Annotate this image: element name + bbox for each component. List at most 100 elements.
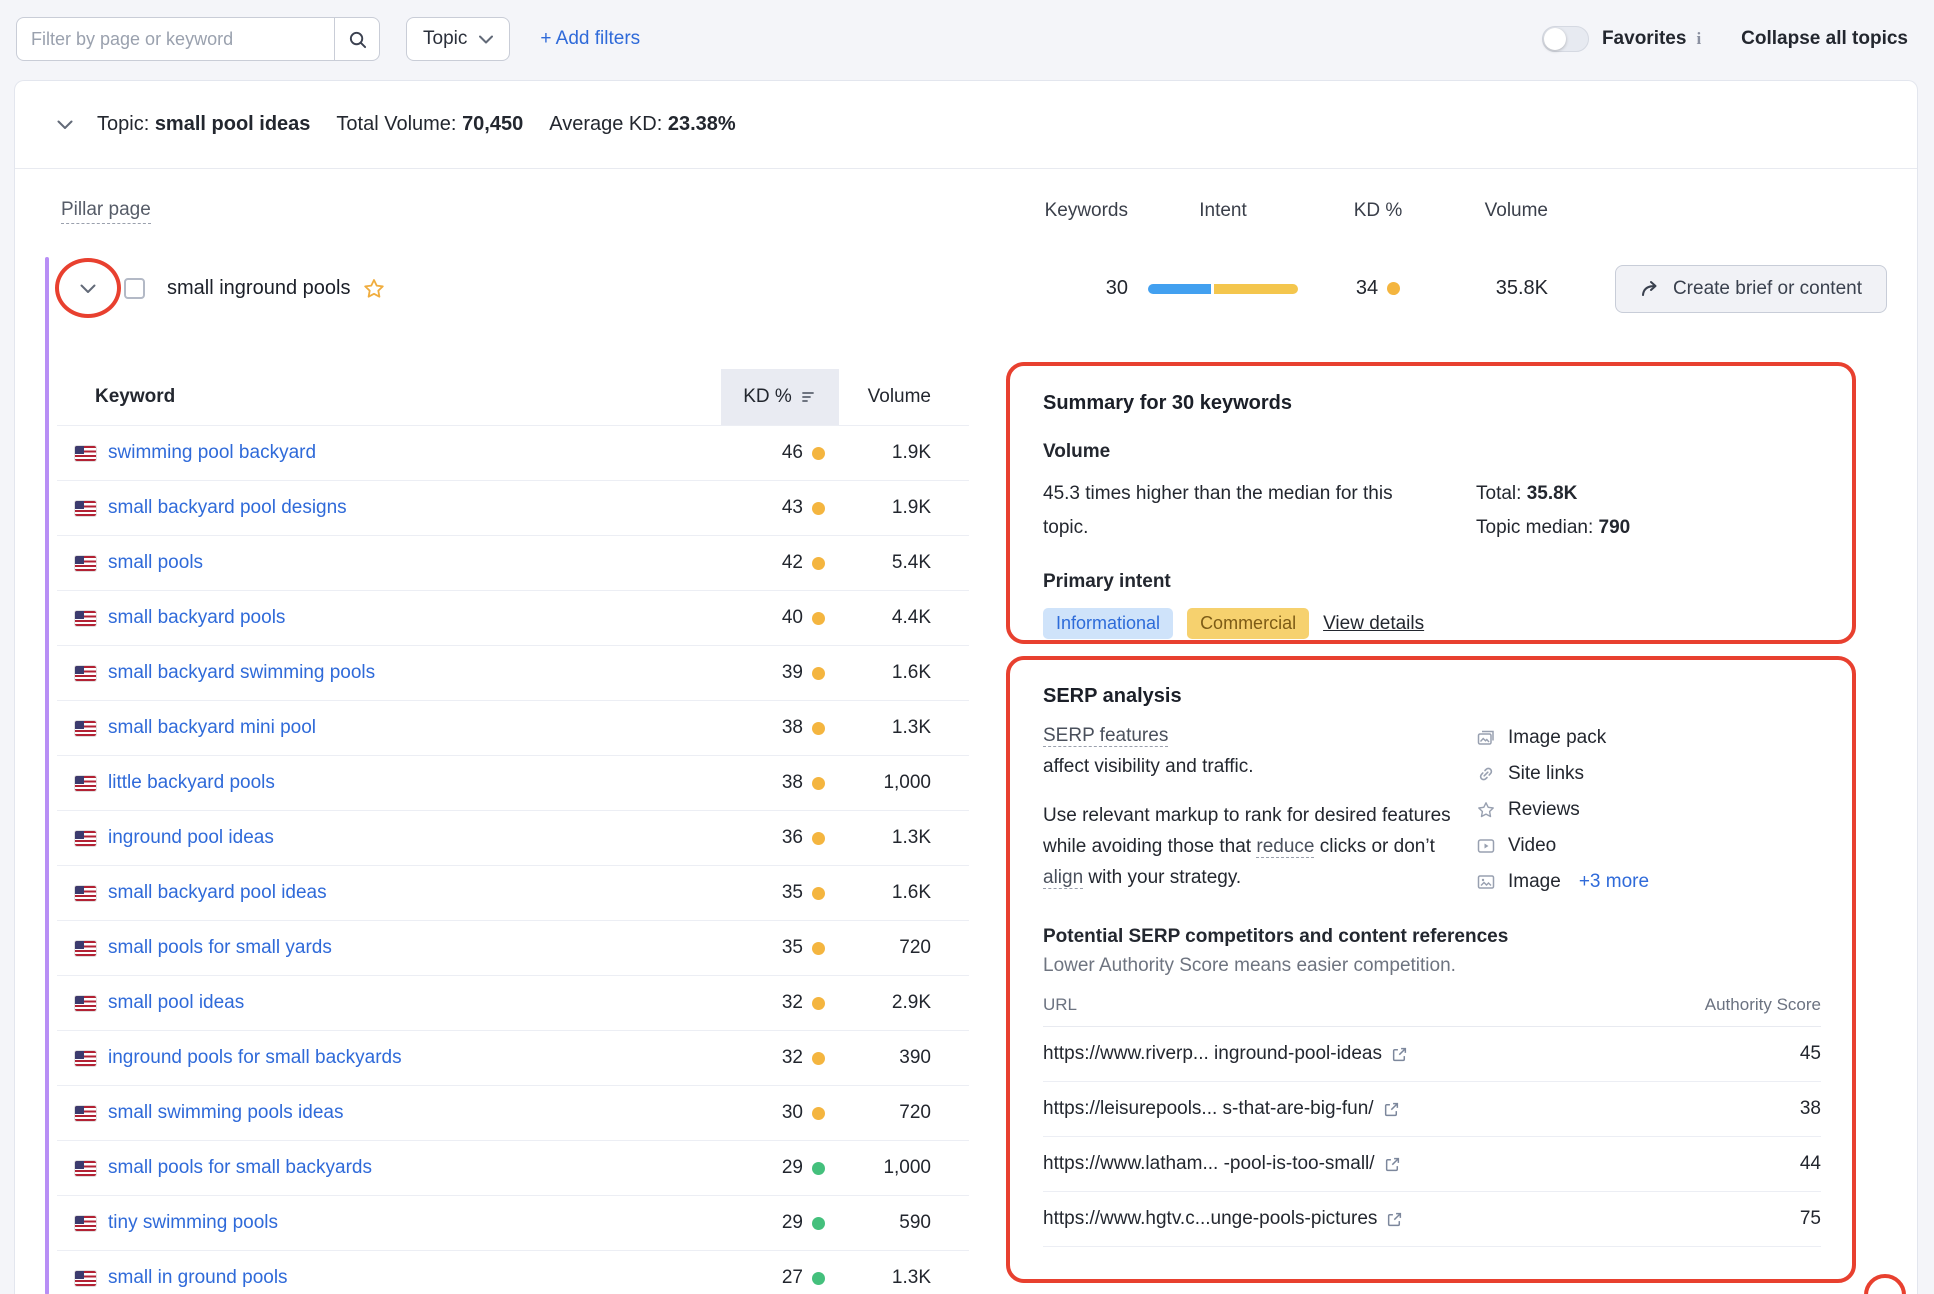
authority-score-value: 38	[1691, 1098, 1821, 1120]
intent-informational-segment	[1148, 284, 1211, 294]
search-button[interactable]	[334, 17, 380, 61]
keyword-link[interactable]: inground pools for small backyards	[108, 1047, 721, 1069]
video-icon	[1476, 836, 1496, 856]
keyword-volume-cell: 1.6K	[839, 882, 969, 904]
serp-features-term[interactable]: SERP features	[1043, 725, 1168, 747]
keyword-link[interactable]: small pools	[108, 552, 721, 574]
site-links-icon	[1476, 764, 1496, 784]
keyword-link[interactable]: small swimming pools ideas	[108, 1102, 721, 1124]
keyword-kd-cell: 32	[721, 1047, 839, 1069]
keyword-header: Keyword	[57, 386, 721, 408]
keyword-link[interactable]: small pool ideas	[108, 992, 721, 1014]
create-brief-arrow-icon	[1640, 279, 1661, 298]
table-row: inground pools for small backyards 32 39…	[57, 1030, 969, 1085]
topic-title: Topic: small pool ideas	[97, 113, 310, 136]
keyword-kd-cell: 46	[721, 442, 839, 464]
kd-dot	[812, 447, 825, 460]
keyword-link[interactable]: small backyard pool designs	[108, 497, 721, 519]
pillar-page-header[interactable]: Pillar page	[61, 199, 151, 224]
more-features-link[interactable]: +3 more	[1579, 871, 1649, 893]
competitor-url[interactable]: https://www.riverp... inground-pool-idea…	[1043, 1043, 1382, 1065]
topic-dropdown[interactable]: Topic	[406, 17, 510, 61]
kd-dot	[812, 722, 825, 735]
serp-affect-text: affect visibility and traffic.	[1043, 751, 1468, 782]
create-brief-button[interactable]: Create brief or content	[1615, 265, 1887, 313]
competitors-subtitle: Lower Authority Score means easier compe…	[1043, 955, 1821, 977]
us-flag-icon	[75, 1106, 96, 1121]
table-row: small pools for small yards 35 720	[57, 920, 969, 975]
keyword-volume-cell: 1.3K	[839, 717, 969, 739]
keyword-link[interactable]: small in ground pools	[108, 1267, 721, 1289]
collapse-all-topics-button[interactable]: Collapse all topics	[1741, 28, 1908, 50]
external-link-icon[interactable]	[1386, 1211, 1403, 1228]
image-icon	[1476, 872, 1496, 892]
us-flag-icon	[75, 886, 96, 901]
topic-header: Topic: small pool ideas Total Volume: 70…	[15, 81, 1917, 169]
competitor-url[interactable]: https://leisurepools... s-that-are-big-f…	[1043, 1098, 1374, 1120]
favorite-star-icon[interactable]	[362, 277, 386, 301]
keyword-volume-cell: 1.3K	[839, 1267, 969, 1289]
reduce-term[interactable]: reduce	[1256, 836, 1314, 858]
search-icon	[348, 30, 367, 49]
competitor-row: https://leisurepools... s-that-are-big-f…	[1043, 1082, 1821, 1137]
table-row: swimming pool backyard 46 1.9K	[57, 425, 969, 480]
feature-site-links: Site links	[1476, 756, 1821, 792]
us-flag-icon	[75, 831, 96, 846]
external-link-icon[interactable]	[1383, 1101, 1400, 1118]
keyword-link[interactable]: small backyard pool ideas	[108, 882, 721, 904]
pillar-expand-chevron-icon[interactable]	[80, 284, 96, 294]
keyword-link[interactable]: small backyard mini pool	[108, 717, 721, 739]
volume-section-heading: Volume	[1043, 441, 1821, 463]
keyword-link[interactable]: swimming pool backyard	[108, 442, 721, 464]
keyword-volume-cell: 2.9K	[839, 992, 969, 1014]
us-flag-icon	[75, 941, 96, 956]
kd-dot	[1387, 282, 1400, 295]
serp-features-list: Image pack Site links Reviews Video Imag…	[1468, 720, 1821, 900]
pillar-checkbox[interactable]	[124, 278, 145, 299]
authority-score-column-header: Authority Score	[1691, 995, 1821, 1015]
feature-image-pack: Image pack	[1476, 720, 1821, 756]
pillar-title[interactable]: small inground pools	[167, 277, 350, 300]
keyword-volume-cell: 1,000	[839, 772, 969, 794]
reviews-star-icon	[1476, 800, 1496, 820]
competitor-url[interactable]: https://www.hgtv.c...unge-pools-pictures	[1043, 1208, 1377, 1230]
external-link-icon[interactable]	[1384, 1156, 1401, 1173]
pillar-kd-value: 34	[1356, 277, 1378, 300]
favorites-toggle[interactable]	[1542, 26, 1589, 52]
view-details-link[interactable]: View details	[1323, 613, 1424, 635]
competitors-title: Potential SERP competitors and content r…	[1043, 926, 1821, 948]
us-flag-icon	[75, 1216, 96, 1231]
align-term[interactable]: align	[1043, 867, 1083, 889]
volume-column-header: Volume	[1438, 200, 1548, 222]
keyword-link[interactable]: little backyard pools	[108, 772, 721, 794]
keyword-link[interactable]: small pools for small yards	[108, 937, 721, 959]
kd-dot	[812, 557, 825, 570]
keyword-link[interactable]: small pools for small backyards	[108, 1157, 721, 1179]
table-row: tiny swimming pools 29 590	[57, 1195, 969, 1250]
competitor-url[interactable]: https://www.latham... -pool-is-too-small…	[1043, 1153, 1375, 1175]
keyword-kd-cell: 42	[721, 552, 839, 574]
topic-collapse-chevron-icon[interactable]	[57, 120, 73, 130]
filter-group	[16, 17, 380, 61]
keyword-link[interactable]: inground pool ideas	[108, 827, 721, 849]
kd-dot	[812, 667, 825, 680]
us-flag-icon	[75, 556, 96, 571]
keyword-rows: swimming pool backyard 46 1.9K small bac…	[57, 425, 969, 1294]
keyword-link[interactable]: small backyard pools	[108, 607, 721, 629]
table-row: small pool ideas 32 2.9K	[57, 975, 969, 1030]
competitor-row: https://www.hgtv.c...unge-pools-pictures…	[1043, 1192, 1821, 1247]
table-row: small pools for small backyards 29 1,000	[57, 1140, 969, 1195]
keyword-link[interactable]: small backyard swimming pools	[108, 662, 721, 684]
info-icon[interactable]: i	[1696, 29, 1701, 49]
keyword-volume-cell: 1.6K	[839, 662, 969, 684]
add-filters-link[interactable]: + Add filters	[540, 28, 640, 50]
column-header-row: Pillar page Keywords Intent KD % Volume	[15, 169, 1917, 253]
keyword-link[interactable]: tiny swimming pools	[108, 1212, 721, 1234]
pillar-keywords-count: 30	[938, 277, 1128, 300]
filter-input[interactable]	[16, 17, 334, 61]
kd-column-header: KD %	[1318, 200, 1438, 222]
kd-sort-header[interactable]: KD %	[721, 369, 839, 425]
informational-badge: Informational	[1043, 608, 1173, 639]
external-link-icon[interactable]	[1391, 1046, 1408, 1063]
primary-intent-heading: Primary intent	[1043, 571, 1821, 593]
